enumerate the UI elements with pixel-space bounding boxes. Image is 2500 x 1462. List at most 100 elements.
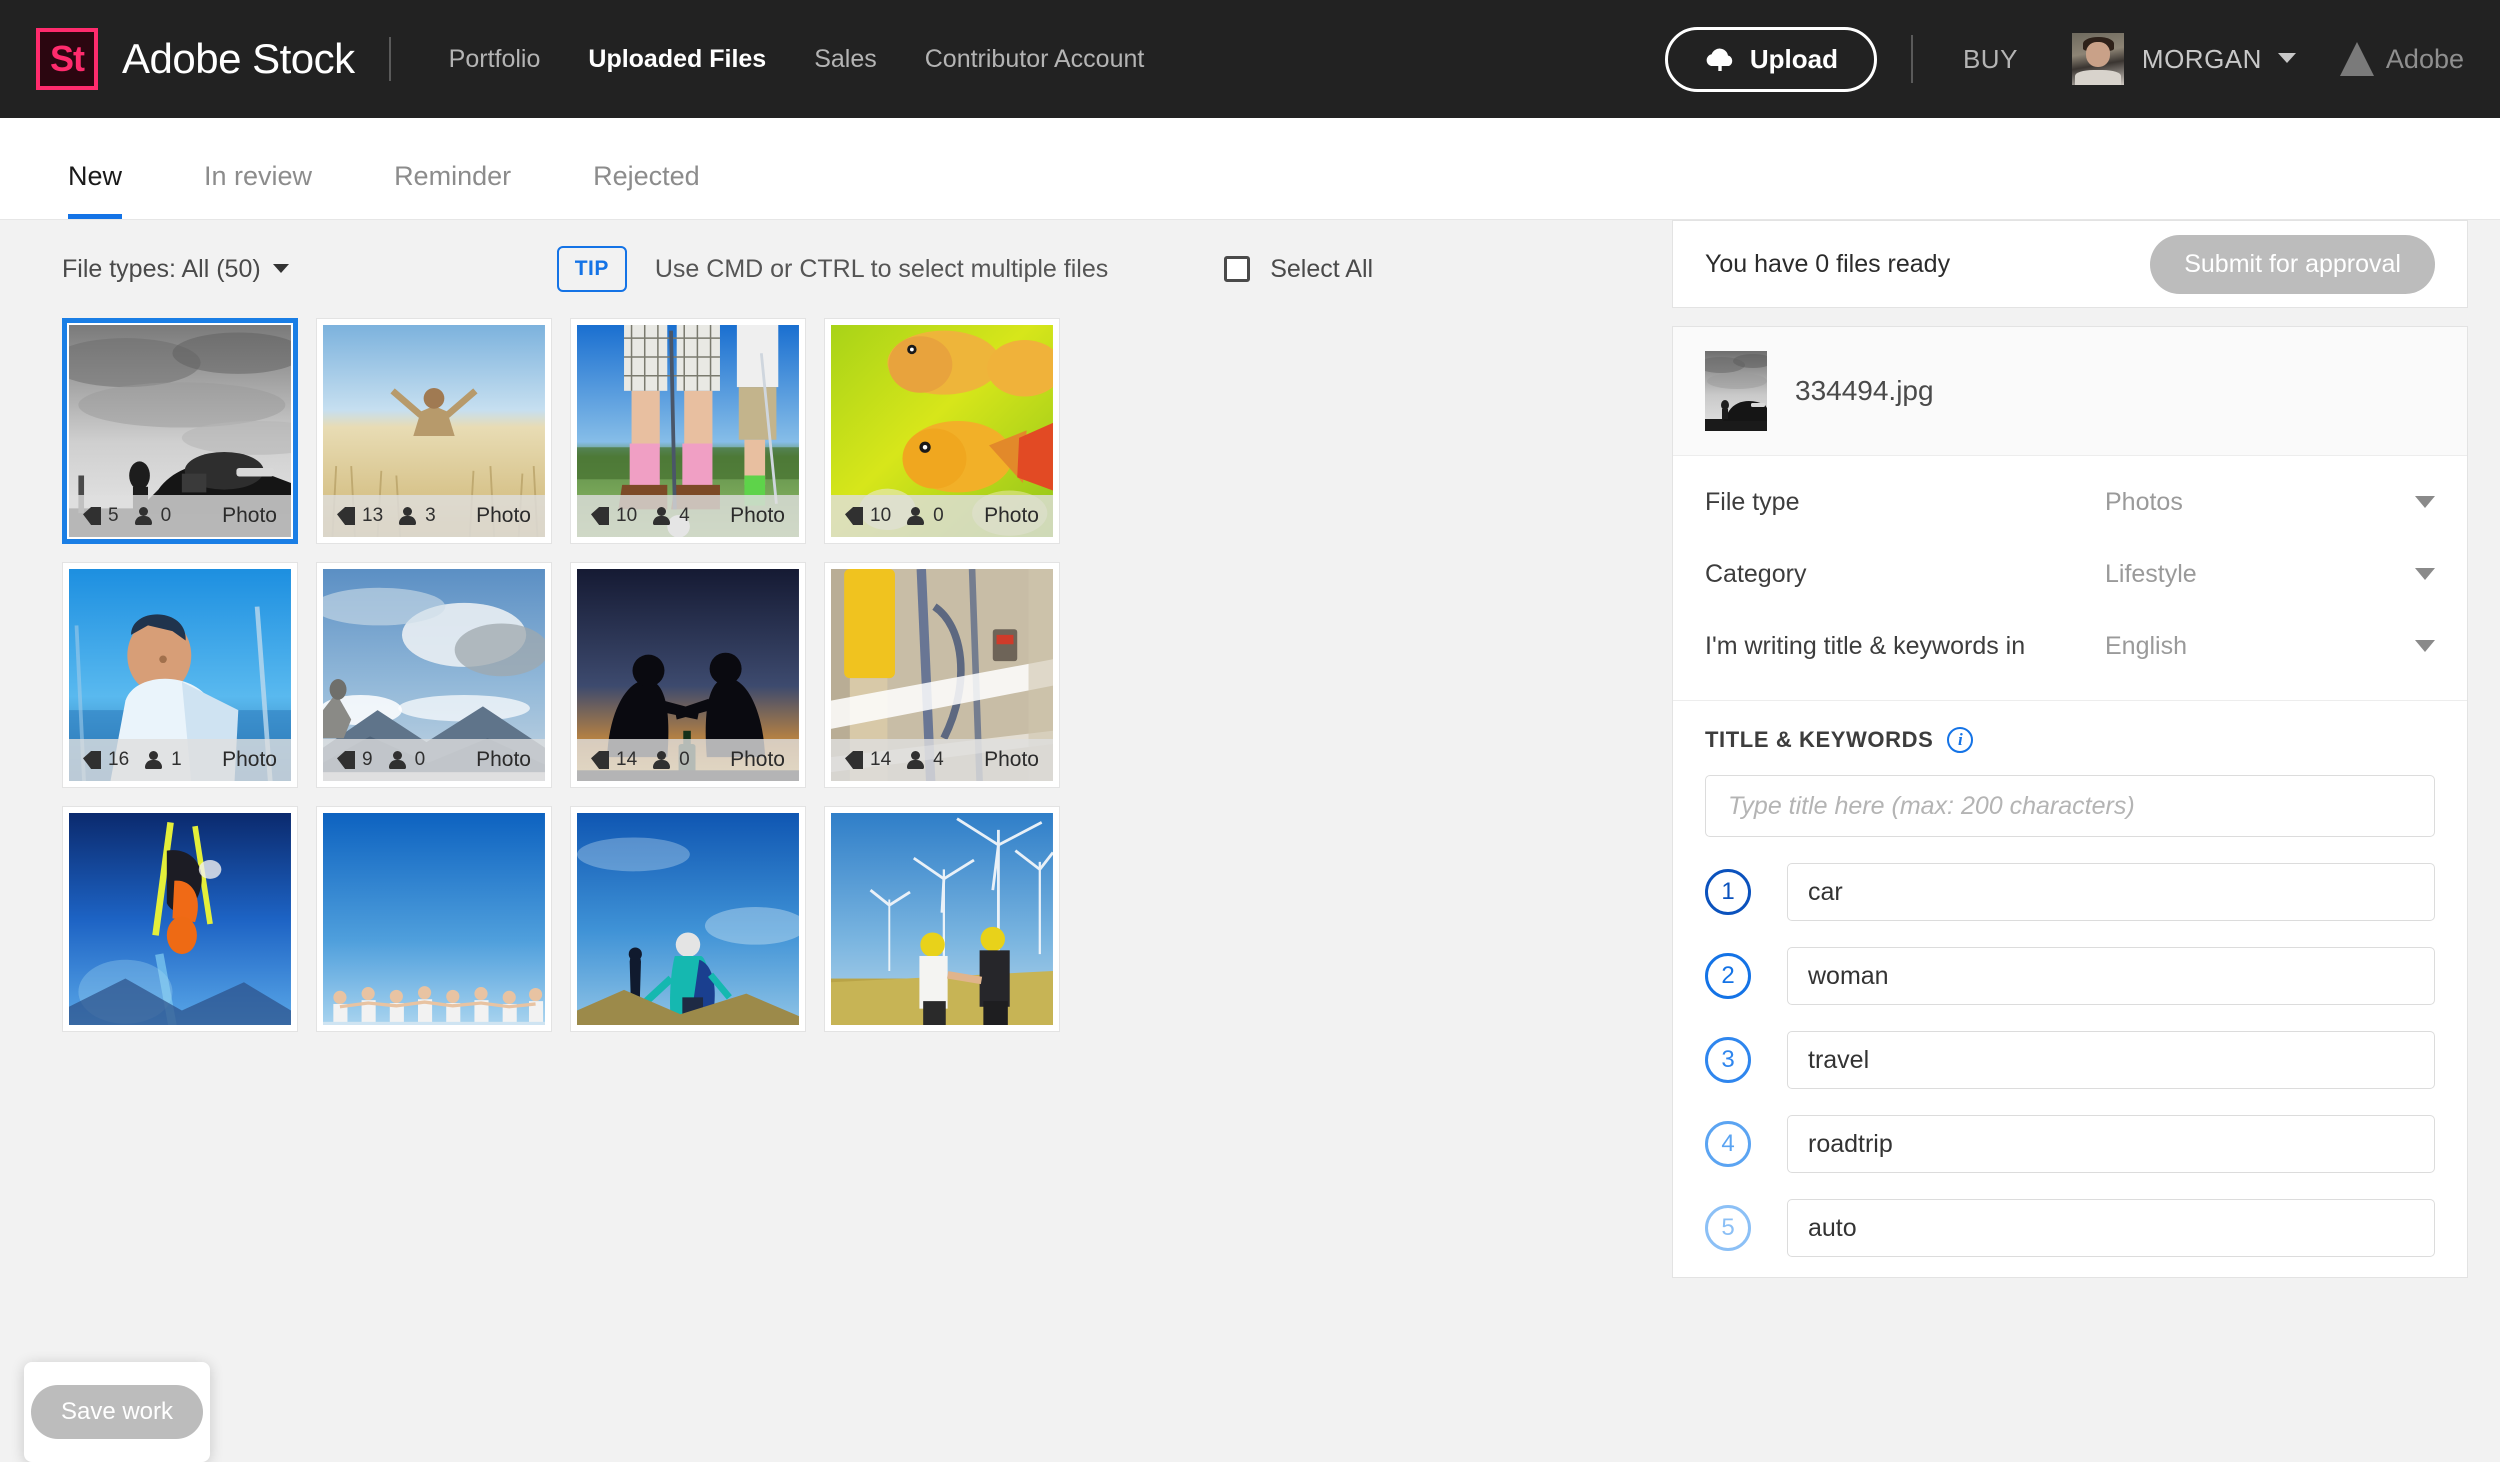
file-thumbnail: 16 1 Photo	[69, 569, 291, 781]
file-thumbnail: 9 0 Photo	[323, 569, 545, 781]
file-thumbnail: 14 4 Photo	[831, 569, 1053, 781]
tag-icon	[591, 507, 609, 525]
thumbnail-art-turbine	[831, 813, 1053, 1025]
adobe-logo[interactable]: Adobe	[2339, 42, 2464, 76]
keyword-count: 10	[616, 505, 638, 526]
file-card[interactable]: 14 4 Photo	[824, 562, 1060, 788]
metadata-label: I'm writing title & keywords in	[1705, 631, 2026, 660]
top-header: St Adobe Stock Portfolio Uploaded Files …	[0, 0, 2500, 118]
tab-in-review[interactable]: In review	[204, 161, 312, 219]
keyword-input-2[interactable]	[1787, 947, 2435, 1005]
buy-link[interactable]: BUY	[1947, 44, 2034, 75]
keyword-row: 4	[1705, 1115, 2435, 1173]
info-icon[interactable]: i	[1947, 727, 1974, 753]
file-types-filter[interactable]: File types: All (50)	[62, 255, 289, 284]
tag-icon	[845, 507, 863, 525]
file-card[interactable]: 16 1 Photo	[62, 562, 298, 788]
file-card[interactable]	[824, 806, 1060, 1032]
file-thumbnail: 5 0 Photo	[69, 325, 291, 537]
tip-banner: TIP Use CMD or CTRL to select multiple f…	[556, 246, 1108, 292]
upload-button[interactable]: Upload	[1664, 26, 1877, 92]
nav-item-contributor-account[interactable]: Contributor Account	[901, 45, 1169, 74]
title-input[interactable]	[1705, 775, 2435, 837]
keyword-input-4[interactable]	[1787, 1115, 2435, 1173]
person-icon	[399, 507, 418, 525]
select-all-control[interactable]: Select All	[1204, 255, 1373, 284]
nav-item-uploaded-files[interactable]: Uploaded Files	[564, 45, 790, 74]
tag-icon	[337, 507, 355, 525]
metadata-row-language[interactable]: I'm writing title & keywords in English	[1705, 610, 2435, 682]
file-meta-bar: 10 0 Photo	[831, 495, 1053, 537]
tag-icon	[845, 751, 863, 769]
section-heading: TITLE & KEYWORDS	[1705, 727, 1934, 752]
person-icon	[653, 751, 672, 769]
chevron-down-icon[interactable]	[2415, 640, 2435, 652]
keyword-input-3[interactable]	[1787, 1031, 2435, 1089]
file-card[interactable]: 14 0 Photo	[570, 562, 806, 788]
keyword-input-5[interactable]	[1787, 1199, 2435, 1257]
nav-item-portfolio[interactable]: Portfolio	[425, 45, 565, 74]
tab-rejected[interactable]: Rejected	[593, 161, 700, 219]
thumbnail-art-people	[323, 813, 545, 1025]
username-label[interactable]: MORGAN	[2142, 44, 2262, 75]
tab-reminder[interactable]: Reminder	[394, 161, 511, 219]
submit-for-approval-button[interactable]: Submit for approval	[2150, 234, 2435, 294]
chevron-down-icon	[272, 263, 289, 273]
file-thumbnail: 14 0 Photo	[577, 569, 799, 781]
keyword-index: 2	[1705, 953, 1751, 999]
file-card[interactable]	[316, 806, 552, 1032]
file-card[interactable]: 10 4 Photo	[570, 318, 806, 544]
file-meta-bar: 10 4 Photo	[577, 495, 799, 537]
release-count: 0	[933, 505, 944, 526]
tip-badge: TIP	[556, 246, 627, 292]
thumbnail-art-hiker	[577, 813, 799, 1025]
keyword-input-1[interactable]	[1787, 863, 2435, 921]
file-card[interactable]	[62, 806, 298, 1032]
file-meta-bar: 16 1 Photo	[69, 739, 291, 781]
file-card[interactable]: 5 0 Photo	[62, 318, 298, 544]
keyword-row: 3	[1705, 1031, 2435, 1089]
file-types-label: File types: All (50)	[62, 254, 261, 283]
brand-logo[interactable]: St Adobe Stock	[36, 28, 355, 90]
tab-new[interactable]: New	[68, 161, 123, 219]
person-icon	[388, 751, 408, 769]
header-divider-2	[1910, 35, 1913, 83]
keyword-count: 13	[362, 505, 384, 526]
adobe-wordmark: Adobe	[2385, 43, 2464, 74]
file-meta-bar: 5 0 Photo	[69, 495, 291, 537]
file-thumbnail: 10 0 Photo	[831, 325, 1053, 537]
file-meta-bar: 9 0 Photo	[323, 739, 545, 781]
adobe-stock-logo-icon: St	[36, 28, 98, 90]
release-count: 0	[160, 505, 172, 526]
file-card[interactable]: 9 0 Photo	[316, 562, 552, 788]
save-work-button[interactable]: Save work	[30, 1385, 204, 1439]
file-card[interactable]	[570, 806, 806, 1032]
file-card[interactable]: 13 3 Photo	[316, 318, 552, 544]
avatar[interactable]	[2071, 33, 2124, 85]
metadata-row-file-type[interactable]: File type Photos	[1705, 466, 2435, 538]
file-thumbnail: 13 3 Photo	[323, 325, 545, 537]
select-all-checkbox[interactable]	[1224, 256, 1251, 282]
avatar-body	[2075, 70, 2121, 85]
tag-icon	[83, 751, 101, 769]
file-thumbnail: 10 4 Photo	[577, 325, 799, 537]
file-card[interactable]: 10 0 Photo	[824, 318, 1060, 544]
title-keywords-header: TITLE & KEYWORDS i	[1705, 727, 2435, 753]
keyword-index: 1	[1705, 869, 1751, 915]
title-keywords-section: TITLE & KEYWORDS i 1 2 3 4	[1673, 701, 2467, 1277]
status-tabs: New In review Reminder Rejected	[0, 118, 2500, 220]
metadata-row-category[interactable]: Category Lifestyle	[1705, 538, 2435, 610]
chevron-down-icon[interactable]	[2415, 496, 2435, 508]
submit-bar: You have 0 files ready Submit for approv…	[1672, 220, 2468, 308]
metadata-value: Photos	[2105, 487, 2183, 516]
header-divider	[388, 37, 391, 81]
chevron-down-icon[interactable]	[2277, 52, 2296, 63]
keyword-row: 5	[1705, 1199, 2435, 1257]
tag-icon	[591, 751, 609, 769]
keyword-index: 4	[1705, 1121, 1751, 1167]
person-icon	[907, 507, 926, 525]
file-grid: 5 0 Photo 13 3 Photo 10 4 Photo 10 0 Pho…	[26, 318, 1672, 1032]
nav-item-sales[interactable]: Sales	[790, 45, 901, 74]
chevron-down-icon[interactable]	[2415, 568, 2435, 580]
keyword-row: 2	[1705, 947, 2435, 1005]
